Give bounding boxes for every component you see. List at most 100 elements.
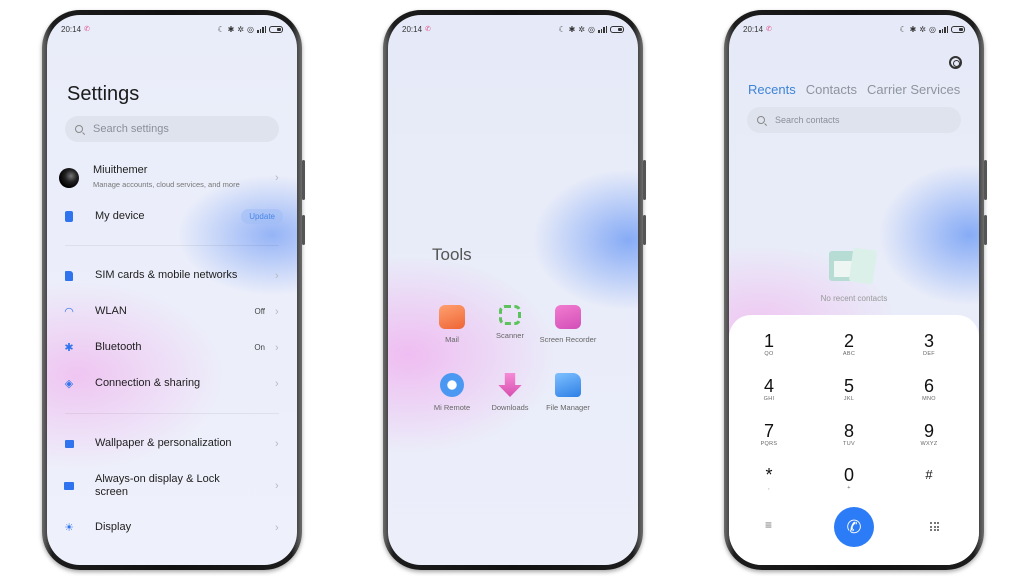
dialer-tabs: Recents Contacts Carrier Services [748,82,960,97]
chevron-right-icon: › [275,341,279,354]
call-active-icon: ✆ [84,26,90,33]
chevron-right-icon: › [275,305,279,318]
downloads-icon [498,373,522,397]
settings-item-bluetooth[interactable]: ✱ Bluetooth On › [61,341,283,354]
data-saver-icon: ◎ [588,24,595,34]
search-settings-input[interactable]: Search settings [65,116,279,142]
dialer-screen: 20:14 ✆ ☾ ✱ ✲ ◎ Recents Contacts Carrier Ser… [729,15,979,565]
dial-key-8[interactable]: 8 TUV [819,421,879,447]
data-saver-icon: ◎ [247,24,254,34]
bluetooth-icon: ✱ [227,24,235,34]
data-saver-icon: ◎ [929,24,936,34]
status-bar: 20:14 ✆ ☾ ✱ ✲ ◎ [743,22,965,36]
update-badge[interactable]: Update [241,209,283,224]
search-contacts-input[interactable]: Search contacts [747,107,961,133]
sim-card-icon [61,270,77,281]
bluetooth-icon: ✱ [64,342,74,354]
dial-key-6[interactable]: 6 MNO [899,376,959,402]
dial-pad: 1 QO 2 ABC 3 DEF 4 GHI 5 JKL 6 MNO 7 PQRS 8 TUV … [729,315,979,565]
connection-sharing-icon: ◈ [64,378,74,390]
wifi-icon: ◠ [64,306,74,318]
phone-settings: 20:14 ✆ ☾ ✱ ✲ ◎ Settings Search settings Miu… [42,10,305,570]
dial-key-5[interactable]: 5 JKL [819,376,879,402]
tab-contacts[interactable]: Contacts [806,82,857,97]
moon-icon: ☾ [217,24,225,34]
settings-gear-icon[interactable] [949,56,962,69]
dial-key-0[interactable]: 0 + [819,465,879,491]
settings-item-connection-sharing[interactable]: ◈ Connection & sharing › [61,377,283,390]
settings-item-display[interactable]: ☀ Display › [61,521,283,534]
signal-icon [257,25,266,33]
battery-icon [610,25,624,33]
battery-icon [269,25,283,33]
chevron-right-icon: › [275,377,279,390]
page-title: Settings [67,83,140,105]
gear-status-icon: ✲ [237,24,245,34]
dial-key-1[interactable]: 1 QO [739,331,799,357]
signal-icon [598,25,607,33]
chevron-right-icon: › [275,171,279,184]
menu-icon[interactable]: ≡ [765,518,772,532]
dial-key-9[interactable]: 9 WXYZ [899,421,959,447]
clock: 20:14 [402,24,423,34]
divider [65,413,279,414]
search-icon [757,116,765,124]
chevron-right-icon: › [275,269,279,282]
app-screen-recorder[interactable]: Screen Recorder [538,305,598,344]
dial-key-4[interactable]: 4 GHI [739,376,799,402]
tab-recents[interactable]: Recents [748,82,796,97]
screen-recorder-icon [555,305,581,329]
clock: 20:14 [743,24,764,34]
dialpad-toggle-icon[interactable] [930,522,939,531]
app-mail[interactable]: Mail [422,305,482,344]
avatar [59,167,79,188]
lock-icon [61,482,77,490]
chevron-right-icon: › [275,437,279,450]
settings-item-wallpaper[interactable]: Wallpaper & personalization › [61,437,283,450]
bluetooth-icon: ✱ [909,24,917,34]
divider [65,245,279,246]
phone-tools: 20:14 ✆ ☾ ✱ ✲ ◎ Tools Mail Scanner Screen Re… [383,10,646,570]
call-active-icon: ✆ [766,26,772,33]
scanner-icon [499,305,521,325]
no-contacts-illustration-icon [829,247,877,285]
call-active-icon: ✆ [425,26,431,33]
tab-carrier-services[interactable]: Carrier Services [867,82,960,97]
empty-state-text: No recent contacts [820,294,888,303]
clock: 20:14 [61,24,82,34]
chevron-right-icon: › [275,521,279,534]
search-icon [75,125,83,133]
device-icon [61,211,77,222]
app-mi-remote[interactable]: Mi Remote [422,373,482,412]
home-screen: 20:14 ✆ ☾ ✱ ✲ ◎ Tools Mail Scanner Screen Re… [388,15,638,565]
dial-key-hash[interactable]: # [899,465,959,485]
phone-icon: ✆ [846,516,862,537]
call-button[interactable]: ✆ [834,507,874,547]
file-manager-icon [555,373,581,397]
account-row[interactable]: Miuithemer Manage accounts, cloud service… [59,164,283,191]
gear-status-icon: ✲ [919,24,927,34]
mail-icon [439,305,465,329]
app-downloads[interactable]: Downloads [480,373,540,412]
my-device-row[interactable]: My device Update [61,209,283,224]
app-scanner[interactable]: Scanner [480,305,540,340]
settings-screen: 20:14 ✆ ☾ ✱ ✲ ◎ Settings Search settings Miu… [47,15,297,565]
settings-item-sim[interactable]: SIM cards & mobile networks › [61,269,283,282]
status-bar: 20:14 ✆ ☾ ✱ ✲ ◎ [61,22,283,36]
dial-key-3[interactable]: 3 DEF [899,331,959,357]
dial-key-2[interactable]: 2 ABC [819,331,879,357]
gear-status-icon: ✲ [578,24,586,34]
settings-item-wlan[interactable]: ◠ WLAN Off › [61,305,283,318]
battery-icon [951,25,965,33]
dial-key-7[interactable]: 7 PQRS [739,421,799,447]
folder-title: Tools [432,245,472,264]
status-bar: 20:14 ✆ ☾ ✱ ✲ ◎ [402,22,624,36]
signal-icon [939,25,948,33]
phone-dialer: 20:14 ✆ ☾ ✱ ✲ ◎ Recents Contacts Carrier Ser… [724,10,987,570]
settings-item-lock-screen[interactable]: Always-on display & Lock screen › [61,473,283,499]
bluetooth-icon: ✱ [568,24,576,34]
app-file-manager[interactable]: File Manager [538,373,598,412]
account-name: Miuithemer [93,164,148,176]
dial-key-star[interactable]: *, [739,465,799,491]
chevron-right-icon: › [275,480,279,492]
